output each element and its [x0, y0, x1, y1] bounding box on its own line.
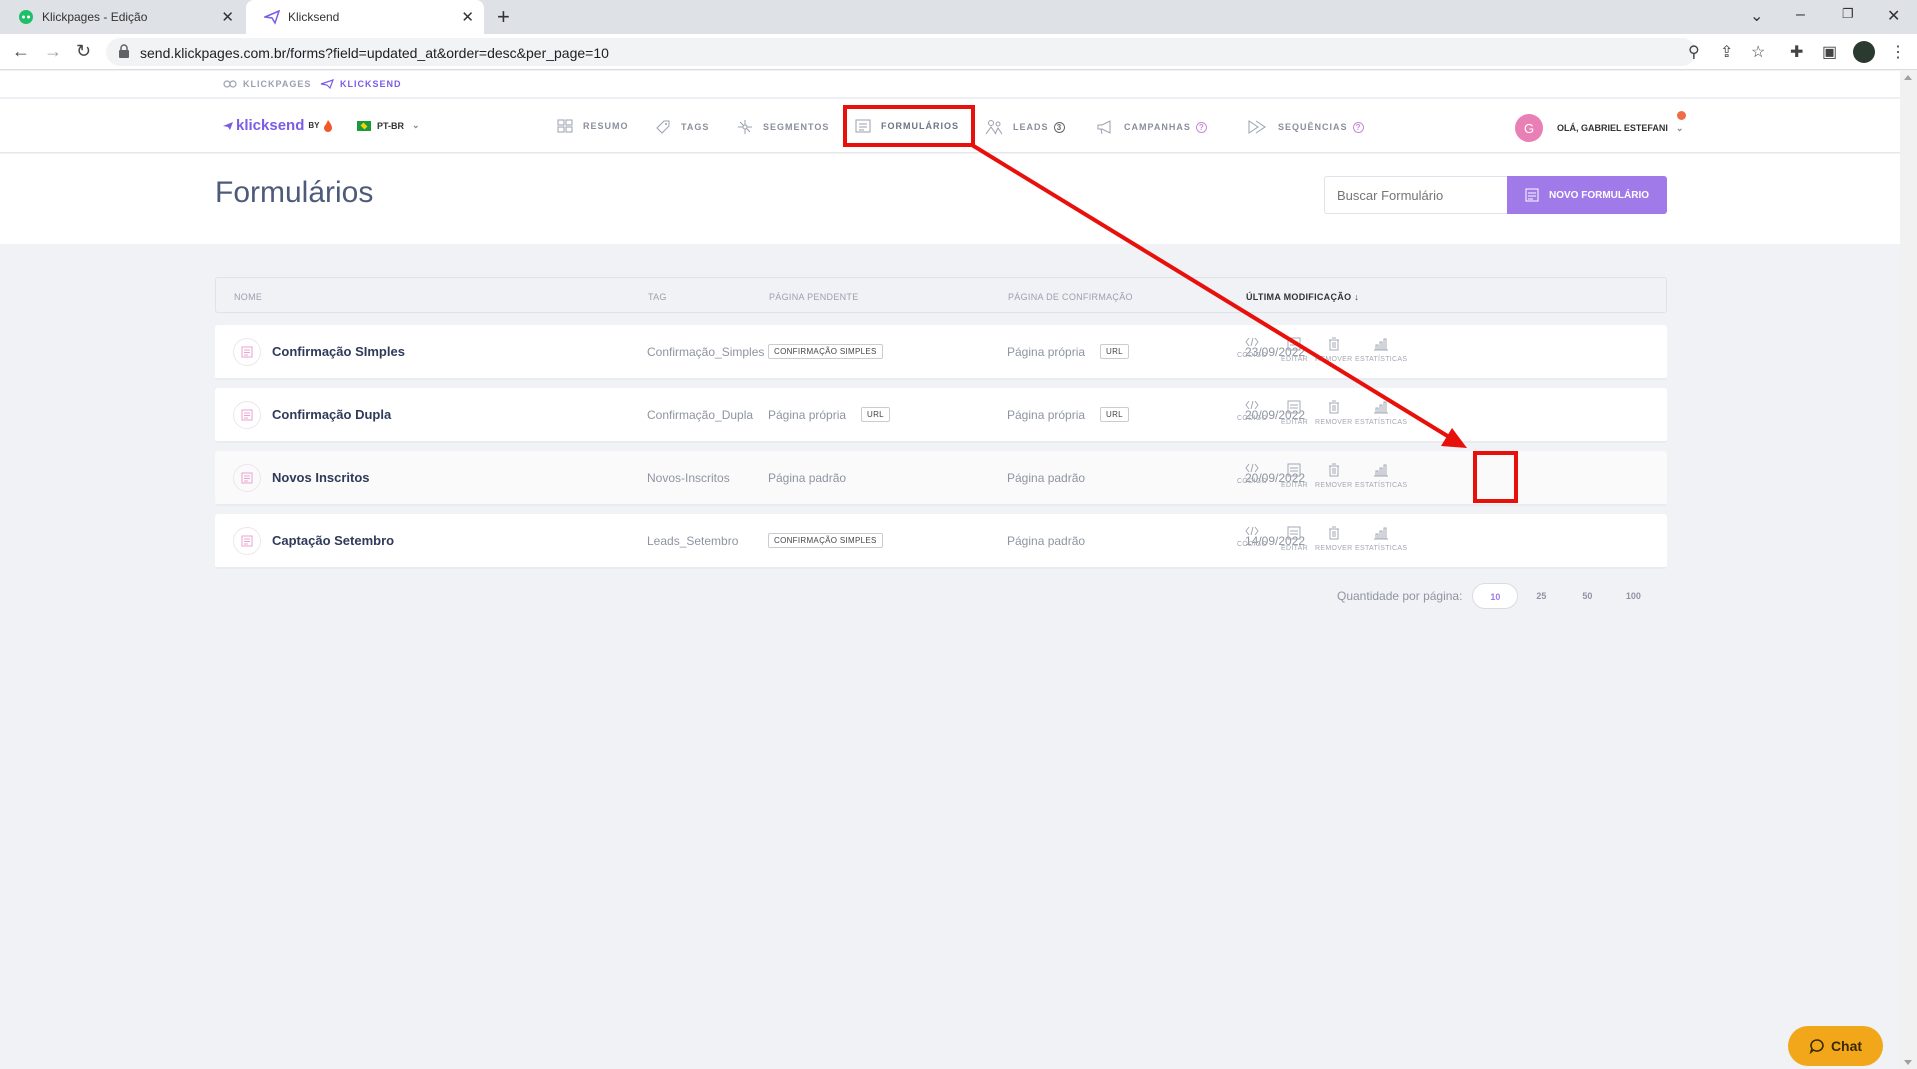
chat-bubble-icon: [1809, 1039, 1824, 1054]
chat-label: Chat: [1830, 1038, 1863, 1054]
annotation-arrow: [970, 143, 1467, 448]
chat-button[interactable]: Chat: [1788, 1026, 1883, 1066]
